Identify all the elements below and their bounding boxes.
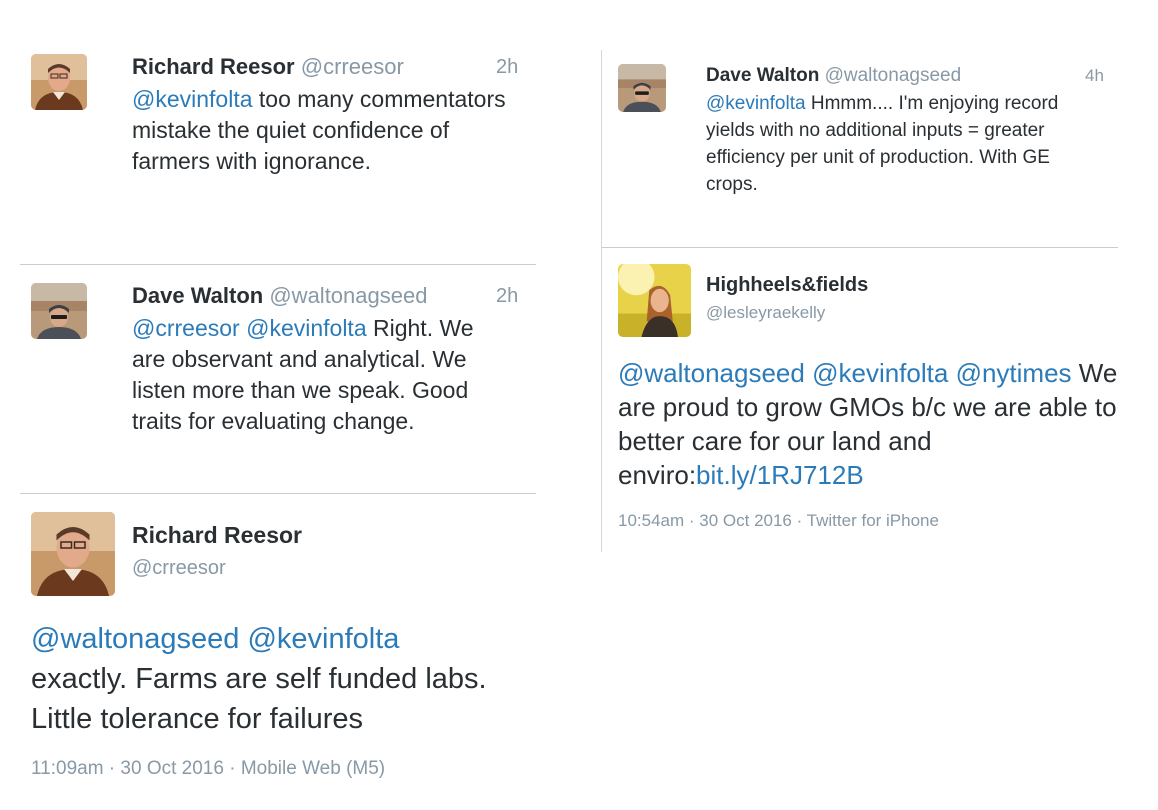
user-handle[interactable]: @waltonagseed xyxy=(825,65,962,86)
user-handle[interactable]: @waltonagseed xyxy=(269,283,427,308)
tweet-text: @waltonagseed @kevinfolta exactly. Farms… xyxy=(31,619,501,739)
tweet-timestamp[interactable]: 2h xyxy=(496,285,518,308)
display-name[interactable]: Dave Walton xyxy=(706,65,819,86)
avatar-image xyxy=(618,264,691,337)
display-name[interactable]: Richard Reesor xyxy=(132,522,302,549)
avatar[interactable] xyxy=(31,54,87,110)
avatar[interactable] xyxy=(618,264,691,337)
avatar[interactable] xyxy=(31,512,115,596)
tweet-header: Dave Walton @waltonagseed xyxy=(132,283,427,309)
mention-link[interactable]: @crreesor xyxy=(132,315,240,341)
mention-link[interactable]: @waltonagseed xyxy=(618,358,805,388)
tweet-timestamp[interactable]: 2h xyxy=(496,56,518,79)
tweet-divider xyxy=(20,264,536,265)
mention-link[interactable]: @kevinfolta xyxy=(246,315,367,341)
tweet-header: Dave Walton @waltonagseed xyxy=(706,64,961,88)
mention-link[interactable]: @nytimes xyxy=(956,358,1072,388)
url-link[interactable]: bit.ly/1RJ712B xyxy=(696,460,864,490)
mention-link[interactable]: @kevinfolta xyxy=(247,623,399,655)
avatar[interactable] xyxy=(618,64,666,112)
tweet-divider xyxy=(601,247,1118,248)
tweet-metadata[interactable]: 10:54am · 30 Oct 2016 · Twitter for iPho… xyxy=(618,511,939,531)
user-handle[interactable]: @crreesor xyxy=(132,557,226,580)
user-handle[interactable]: @crreesor xyxy=(301,54,404,79)
mention-link[interactable]: @kevinfolta xyxy=(706,93,806,114)
column-divider xyxy=(601,50,602,552)
tweet-text: @crreesor @kevinfolta Right. We are obse… xyxy=(132,313,512,437)
avatar-image xyxy=(31,283,87,339)
display-name[interactable]: Highheels&fields xyxy=(706,274,868,297)
avatar[interactable] xyxy=(31,283,87,339)
tweet-divider xyxy=(20,493,536,494)
tweet-metadata[interactable]: 11:09am · 30 Oct 2016 · Mobile Web (M5) xyxy=(31,758,385,780)
tweet-body: exactly. Farms are self funded labs. Lit… xyxy=(31,663,487,735)
mention-link[interactable]: @kevinfolta xyxy=(812,358,948,388)
avatar-image xyxy=(31,512,115,596)
mention-link[interactable]: @waltonagseed xyxy=(31,623,239,655)
avatar-image xyxy=(618,64,666,112)
tweet-header: Richard Reesor @crreesor xyxy=(132,54,404,80)
tweet-text: @kevinfolta too many commentators mistak… xyxy=(132,84,512,177)
display-name[interactable]: Richard Reesor xyxy=(132,54,295,79)
tweet-text: @kevinfolta Hmmm.... I'm enjoying record… xyxy=(706,90,1106,198)
tweet-text: @waltonagseed @kevinfolta @nytimes We ar… xyxy=(618,356,1118,492)
avatar-image xyxy=(31,54,87,110)
user-handle[interactable]: @lesleyraekelly xyxy=(706,303,825,323)
tweet-timestamp[interactable]: 4h xyxy=(1085,66,1104,86)
display-name[interactable]: Dave Walton xyxy=(132,283,263,308)
mention-link[interactable]: @kevinfolta xyxy=(132,86,253,112)
